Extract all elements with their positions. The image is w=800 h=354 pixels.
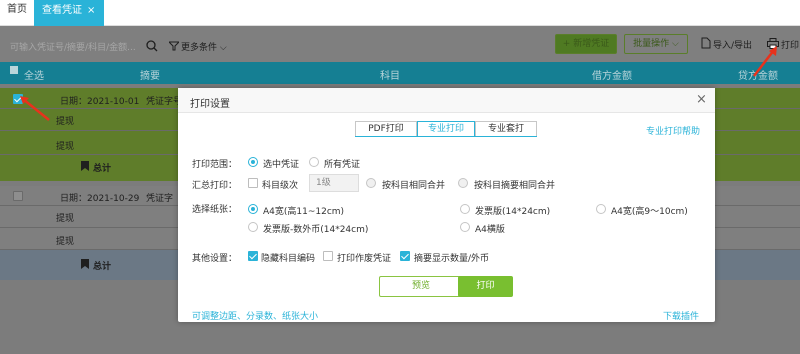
option-paper-invoice: 发票版(14*24cm): [475, 207, 551, 217]
option-show-quantity: 摘要显示数量/外币: [414, 254, 490, 264]
voucher-number: 凭证字: [146, 194, 174, 204]
checkbox-print-void[interactable]: [323, 251, 333, 261]
adjust-margins-link[interactable]: 可调整边距、分录数、纸张大小: [192, 309, 318, 322]
radio-paper-a4-landscape[interactable]: [460, 222, 470, 232]
preview-button[interactable]: 预览: [379, 276, 463, 297]
radio-merge-subject-summary[interactable]: [458, 178, 468, 188]
row-summary: 提现: [56, 214, 75, 224]
table-header: [0, 62, 800, 84]
checkbox-hide-subject-code[interactable]: [248, 251, 258, 261]
download-plugin-link[interactable]: 下载插件: [663, 309, 699, 322]
search-input[interactable]: 可输入凭证号/摘要/科目/金额...: [10, 40, 136, 53]
subject-level-input[interactable]: 1级: [309, 174, 359, 192]
summary-print-label: 汇总打印：: [192, 181, 238, 191]
batch-ops-label: 批量操作: [633, 39, 670, 49]
bookmark-icon: [81, 161, 89, 171]
tab-pdf-print[interactable]: PDF打印: [355, 121, 417, 137]
checkbox-show-quantity[interactable]: [400, 251, 410, 261]
radio-paper-invoice-fx[interactable]: [248, 222, 258, 232]
dialog-title: 打印设置: [190, 99, 230, 110]
group-total-label: 总计: [93, 262, 112, 272]
import-export-button[interactable]: 导入/导出: [713, 38, 752, 51]
tab-view-vouchers[interactable]: 查看凭证 ×: [34, 0, 104, 26]
option-paper-a4-9: A4宽(高9～10cm): [611, 207, 688, 217]
option-paper-a4-11: A4宽(高11~12cm): [263, 207, 345, 217]
header-summary: 摘要: [140, 71, 160, 82]
group-total-label: 总计: [93, 164, 112, 174]
tab-underline: [355, 136, 537, 137]
print-range-label: 打印范围：: [192, 160, 238, 170]
header-debit: 借方金额: [592, 71, 632, 82]
help-link[interactable]: 专业打印帮助: [646, 124, 700, 137]
row-checkbox[interactable]: [13, 191, 23, 201]
voucher-number: 凭证字号: [146, 97, 183, 107]
tab-professional-print[interactable]: 专业打印: [417, 121, 475, 137]
print-button[interactable]: 打印: [781, 38, 799, 51]
option-print-void: 打印作废凭证: [337, 254, 392, 264]
add-voucher-button[interactable]: + 新增凭证: [555, 34, 617, 54]
option-hide-subject-code: 隐藏科目编码: [261, 254, 316, 264]
annotation-arrow-icon: [753, 46, 777, 77]
tab-home[interactable]: 首页: [0, 0, 34, 26]
annotation-arrow-icon: [20, 96, 50, 121]
tab-label: 查看凭证: [42, 5, 82, 16]
radio-all-vouchers[interactable]: [309, 157, 319, 167]
radio-merge-subject[interactable]: [366, 178, 376, 188]
voucher-date: 日期：2021-10-01: [60, 97, 140, 107]
header-select-all: 全选: [24, 71, 44, 82]
more-conditions[interactable]: 更多条件 ⌵: [181, 40, 227, 53]
print-settings-dialog: 打印设置 × PDF打印 专业打印 专业套打 专业打印帮助 打印范围： 选中凭证…: [178, 88, 715, 322]
option-all-vouchers: 所有凭证: [324, 160, 361, 170]
option-merge-subject: 按科目相同合并: [382, 181, 446, 191]
paper-label: 选择纸张：: [192, 205, 238, 215]
radio-paper-a4-9[interactable]: [596, 204, 606, 214]
radio-paper-a4-11[interactable]: [248, 204, 258, 214]
tab-professional-template[interactable]: 专业套打: [475, 121, 537, 137]
radio-paper-invoice[interactable]: [460, 204, 470, 214]
voucher-date: 日期：2021-10-29: [60, 194, 140, 204]
tab-close-icon[interactable]: ×: [87, 5, 95, 16]
close-icon[interactable]: ×: [696, 92, 707, 107]
option-merge-subject-summary: 按科目摘要相同合并: [474, 181, 556, 191]
row-summary: 提现: [56, 117, 75, 127]
more-conditions-label: 更多条件: [181, 43, 218, 53]
bookmark-icon: [81, 259, 89, 269]
dialog-print-button[interactable]: 打印: [458, 276, 513, 297]
filter-icon: [169, 41, 179, 51]
row-summary: 提现: [56, 237, 75, 247]
option-paper-invoice-fx: 发票版-数外币(14*24cm): [263, 225, 369, 235]
header-subject: 科目: [380, 71, 400, 82]
dialog-header: [178, 88, 715, 113]
document-icon: [701, 37, 711, 49]
batch-operations-button[interactable]: 批量操作 ⌵: [624, 34, 688, 54]
option-paper-a4-landscape: A4横版: [475, 225, 505, 235]
select-all-checkbox[interactable]: [10, 66, 18, 74]
option-subject-level: 科目级次: [262, 181, 299, 191]
tab-bar: [0, 0, 800, 26]
other-settings-label: 其他设置：: [192, 254, 238, 264]
search-icon[interactable]: [146, 40, 158, 52]
row-summary: 提现: [56, 142, 75, 152]
option-selected-vouchers: 选中凭证: [263, 160, 300, 170]
checkbox-subject-level[interactable]: [248, 178, 258, 188]
radio-selected-vouchers[interactable]: [248, 157, 258, 167]
